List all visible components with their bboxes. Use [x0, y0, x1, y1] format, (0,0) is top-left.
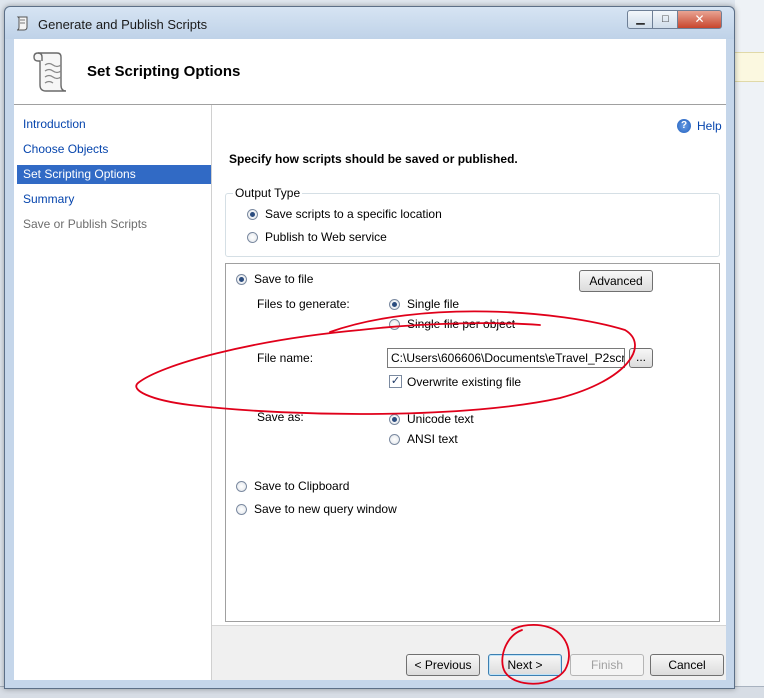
unicode-text-label[interactable]: Unicode text [407, 412, 474, 426]
content-panel: ? Help Specify how scripts should be sav… [212, 105, 726, 625]
finish-button: Finish [570, 654, 644, 676]
title-bar[interactable]: Generate and Publish Scripts ▁ □ ✕ [5, 7, 734, 39]
browse-button[interactable]: ... [629, 348, 653, 368]
wizard-header: Set Scripting Options [14, 39, 726, 105]
minimize-button[interactable]: ▁ [627, 10, 654, 29]
minimize-icon: ▁ [636, 13, 645, 25]
save-to-file-label[interactable]: Save to file [254, 272, 313, 286]
cancel-button[interactable]: Cancel [650, 654, 724, 676]
nav-item-set-scripting-options[interactable]: Set Scripting Options [17, 165, 211, 184]
save-to-clipboard-radio[interactable] [236, 481, 247, 492]
script-scroll-icon [33, 52, 67, 92]
single-file-per-object-label[interactable]: Single file per object [407, 317, 515, 331]
background-info-bar [735, 52, 764, 82]
single-file-label[interactable]: Single file [407, 297, 459, 311]
file-name-label: File name: [257, 351, 314, 365]
ansi-text-radio[interactable] [389, 434, 400, 445]
single-file-per-object-radio[interactable] [389, 319, 400, 330]
window-title: Generate and Publish Scripts [38, 17, 208, 32]
save-location-radio[interactable] [247, 209, 258, 220]
background-window [735, 0, 764, 697]
ansi-text-label[interactable]: ANSI text [407, 432, 458, 446]
maximize-button[interactable]: □ [652, 10, 679, 29]
output-type-legend: Output Type [233, 186, 303, 200]
close-button[interactable]: ✕ [677, 10, 722, 29]
save-as-label: Save as: [257, 410, 304, 424]
publish-web-radio[interactable] [247, 232, 258, 243]
save-to-file-radio[interactable] [236, 274, 247, 285]
dialog-window: Generate and Publish Scripts ▁ □ ✕ Set S… [4, 6, 735, 689]
save-to-clipboard-label[interactable]: Save to Clipboard [254, 479, 349, 493]
close-icon: ✕ [694, 12, 705, 26]
overwrite-label[interactable]: Overwrite existing file [407, 375, 521, 389]
help-link[interactable]: Help [697, 119, 722, 133]
files-to-generate-label: Files to generate: [257, 297, 350, 311]
advanced-button[interactable]: Advanced [579, 270, 653, 292]
save-to-query-radio[interactable] [236, 504, 247, 515]
save-location-label[interactable]: Save scripts to a specific location [265, 207, 442, 221]
page-title: Set Scripting Options [87, 63, 241, 80]
save-options-group: Save to file Advanced Files to generate:… [225, 263, 720, 622]
nav-item-summary[interactable]: Summary [17, 190, 211, 209]
output-type-group: Output Type Save scripts to a specific l… [225, 186, 720, 257]
footer-divider [212, 625, 726, 626]
instruction-text: Specify how scripts should be saved or p… [229, 152, 518, 166]
wizard-body: Introduction Choose Objects Set Scriptin… [14, 105, 726, 680]
scroll-icon [16, 16, 28, 31]
save-to-query-label[interactable]: Save to new query window [254, 502, 397, 516]
maximize-icon: □ [662, 13, 669, 25]
nav-item-choose-objects[interactable]: Choose Objects [17, 140, 211, 159]
help-icon[interactable]: ? [677, 119, 691, 133]
overwrite-checkbox[interactable]: ✓ [389, 375, 402, 388]
wizard-nav: Introduction Choose Objects Set Scriptin… [14, 105, 212, 680]
unicode-text-radio[interactable] [389, 414, 400, 425]
nav-item-save-or-publish: Save or Publish Scripts [23, 217, 148, 231]
previous-button[interactable]: < Previous [406, 654, 480, 676]
single-file-radio[interactable] [389, 299, 400, 310]
publish-web-label[interactable]: Publish to Web service [265, 230, 387, 244]
next-button[interactable]: Next > [488, 654, 562, 676]
file-name-input[interactable]: C:\Users\606606\Documents\eTravel_P2scri… [387, 348, 625, 368]
nav-item-introduction[interactable]: Introduction [17, 115, 211, 134]
